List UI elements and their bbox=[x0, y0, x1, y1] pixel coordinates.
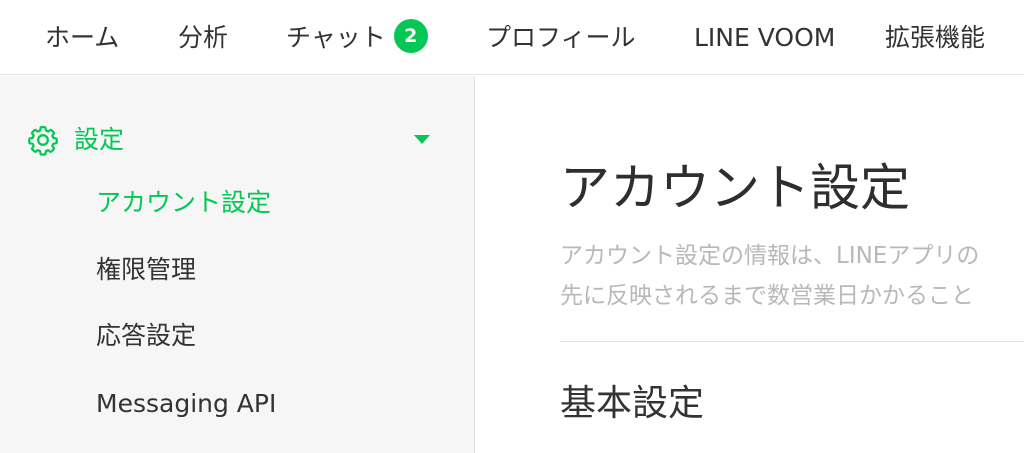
sidebar-item-response-settings[interactable]: 応答設定 bbox=[96, 316, 196, 356]
description-line: アカウント設定の情報は、LINEアプリの bbox=[560, 243, 980, 269]
caret-down-icon[interactable] bbox=[414, 135, 430, 144]
page-title: アカウント設定 bbox=[560, 159, 910, 217]
tab-profile[interactable]: プロフィール bbox=[486, 0, 636, 75]
sidebar-section-label: 設定 bbox=[74, 125, 125, 154]
tab-chat-label: チャット bbox=[286, 23, 386, 52]
sidebar: 設定 アカウント設定 権限管理 応答設定 Messaging API bbox=[0, 76, 475, 453]
tab-home[interactable]: ホーム bbox=[45, 0, 119, 75]
page-description: アカウント設定の情報は、LINEアプリの 先に反映されるまで数営業日かかること bbox=[560, 236, 1024, 316]
tab-extensions[interactable]: 拡張機能 bbox=[885, 0, 985, 75]
sidebar-item-permissions[interactable]: 権限管理 bbox=[96, 250, 196, 290]
sidebar-section-settings[interactable]: 設定 bbox=[26, 120, 446, 160]
tab-chat[interactable]: チャット 2 bbox=[286, 0, 428, 75]
tab-line-voom[interactable]: LINE VOOM bbox=[694, 0, 835, 75]
section-title-basic-settings: 基本設定 bbox=[560, 383, 705, 424]
sidebar-item-account-settings[interactable]: アカウント設定 bbox=[96, 183, 271, 223]
chat-unread-badge: 2 bbox=[393, 19, 428, 53]
main-content: アカウント設定 アカウント設定の情報は、LINEアプリの 先に反映されるまで数営… bbox=[476, 76, 1024, 453]
sidebar-item-messaging-api[interactable]: Messaging API bbox=[96, 384, 276, 424]
section-divider bbox=[560, 341, 1024, 342]
description-line: 先に反映されるまで数営業日かかること bbox=[560, 283, 974, 309]
tab-analytics[interactable]: 分析 bbox=[178, 0, 228, 75]
gear-icon bbox=[27, 125, 59, 156]
top-navigation: ホーム 分析 チャット 2 プロフィール LINE VOOM 拡張機能 bbox=[0, 0, 1024, 75]
